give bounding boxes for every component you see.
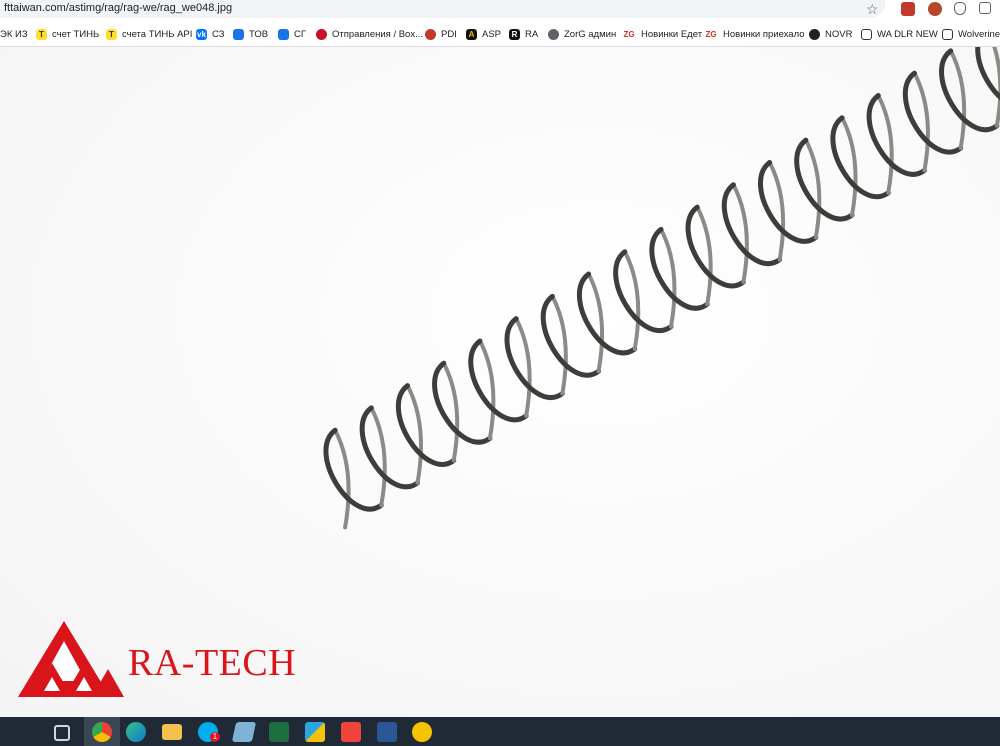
bookmark-label: NOVR [825,28,853,40]
bookmark-ek-iz[interactable]: ЭК ИЗ [0,26,28,42]
chrome-icon[interactable] [92,722,112,742]
bookmark-label: ТОВ [249,28,269,40]
extension-icon-shield[interactable] [954,2,966,15]
bookmark-label: счет ТИНЬ [52,28,100,40]
bookmark-label: WA DLR NEW [877,28,938,40]
anydesk-icon[interactable] [341,722,361,742]
notepad-icon[interactable] [231,722,257,742]
boxberry-icon [316,28,327,40]
wolverine-icon [942,28,953,40]
chat-icon [233,28,244,40]
bookmark-sg[interactable]: СГ [278,26,306,42]
excel-icon[interactable] [269,722,289,742]
file-explorer-icon[interactable] [162,724,182,740]
bookmark-label: Отправления / Box... [332,28,424,40]
taskbar: 1 [0,717,1000,746]
zg-icon: ZG [622,28,636,40]
asp-icon: A [466,28,477,40]
skype-badge: 1 [210,732,220,742]
novr-icon [809,28,820,40]
chat-icon [278,28,289,40]
wa-icon [861,28,872,40]
globe-icon [548,28,559,40]
vk-icon: vk [196,28,207,40]
ra-tech-logo-icon [18,621,124,697]
bookmark-label: ASP [482,28,502,40]
app-icon[interactable] [305,722,325,742]
bookmark-label: СЗ [212,28,225,40]
pdi-icon [425,28,436,40]
logo-text: RA-TECH [128,642,297,684]
bookmark-label: ZorG админ [564,28,617,40]
bookmark-schet-tin[interactable]: Т счет ТИНЬ [36,26,99,42]
tinkoff-icon: Т [36,28,47,40]
bookmark-otpravleniya[interactable]: Отправления / Box... [316,26,423,42]
extensions-puzzle-icon[interactable] [979,2,991,14]
bookmark-novinki-edet[interactable]: ZG Новинки Едет [622,26,702,42]
bookmark-star-icon[interactable]: ☆ [866,1,879,18]
bookmark-novr[interactable]: NOVR [809,26,852,42]
url-field[interactable]: fttaiwan.com/astimg/rag/rag-we/rag_we048… [0,0,885,18]
bookmark-label: ЭК ИЗ [0,28,28,40]
ra-icon: R [509,28,520,40]
bookmark-ra[interactable]: R RA [509,26,538,42]
bookmark-label: RA [525,28,539,40]
edge-icon[interactable] [126,722,146,742]
bookmark-wolverine[interactable]: Wolverine [942,26,1000,42]
bookmark-label: Wolverine [958,28,1000,40]
extension-icon-avatar[interactable] [928,2,942,16]
bookmark-label: Новинки приехало [723,28,805,40]
bookmark-scheta-tin-api[interactable]: Т счета ТИНЬ API [106,26,192,42]
bookmark-sz[interactable]: vk СЗ [196,26,225,42]
image-viewer: RA-TECH [0,47,1000,717]
bookmark-pdi[interactable]: PDI [425,26,457,42]
bookmark-asp[interactable]: A ASP [466,26,501,42]
bookmark-novinki-priekhalo[interactable]: ZG Новинки приехало [704,26,805,42]
bookmark-label: Новинки Едет [641,28,703,40]
bookmark-label: PDI [441,28,457,40]
spring-image [0,47,1000,717]
url-text[interactable]: fttaiwan.com/astimg/rag/rag-we/rag_we048… [4,2,232,14]
tinkoff-icon: Т [106,28,117,40]
address-bar: fttaiwan.com/astimg/rag/rag-we/rag_we048… [0,0,1000,20]
bookmark-label: СГ [294,28,307,40]
bookmark-tov[interactable]: ТОВ [233,26,268,42]
word-icon[interactable] [377,722,397,742]
bookmark-zorg-admin[interactable]: ZorG админ [548,26,616,42]
extension-icon-red[interactable] [901,2,915,16]
zg-icon: ZG [704,28,718,40]
task-view-icon[interactable] [54,725,70,741]
bookmark-wa-dlr-new[interactable]: WA DLR NEW [861,26,938,42]
bookmark-label: счета ТИНЬ API [122,28,193,40]
bookmarks-bar: ЭК ИЗ Т счет ТИНЬ Т счета ТИНЬ API vk СЗ… [0,20,1000,47]
1c-icon[interactable] [412,722,432,742]
